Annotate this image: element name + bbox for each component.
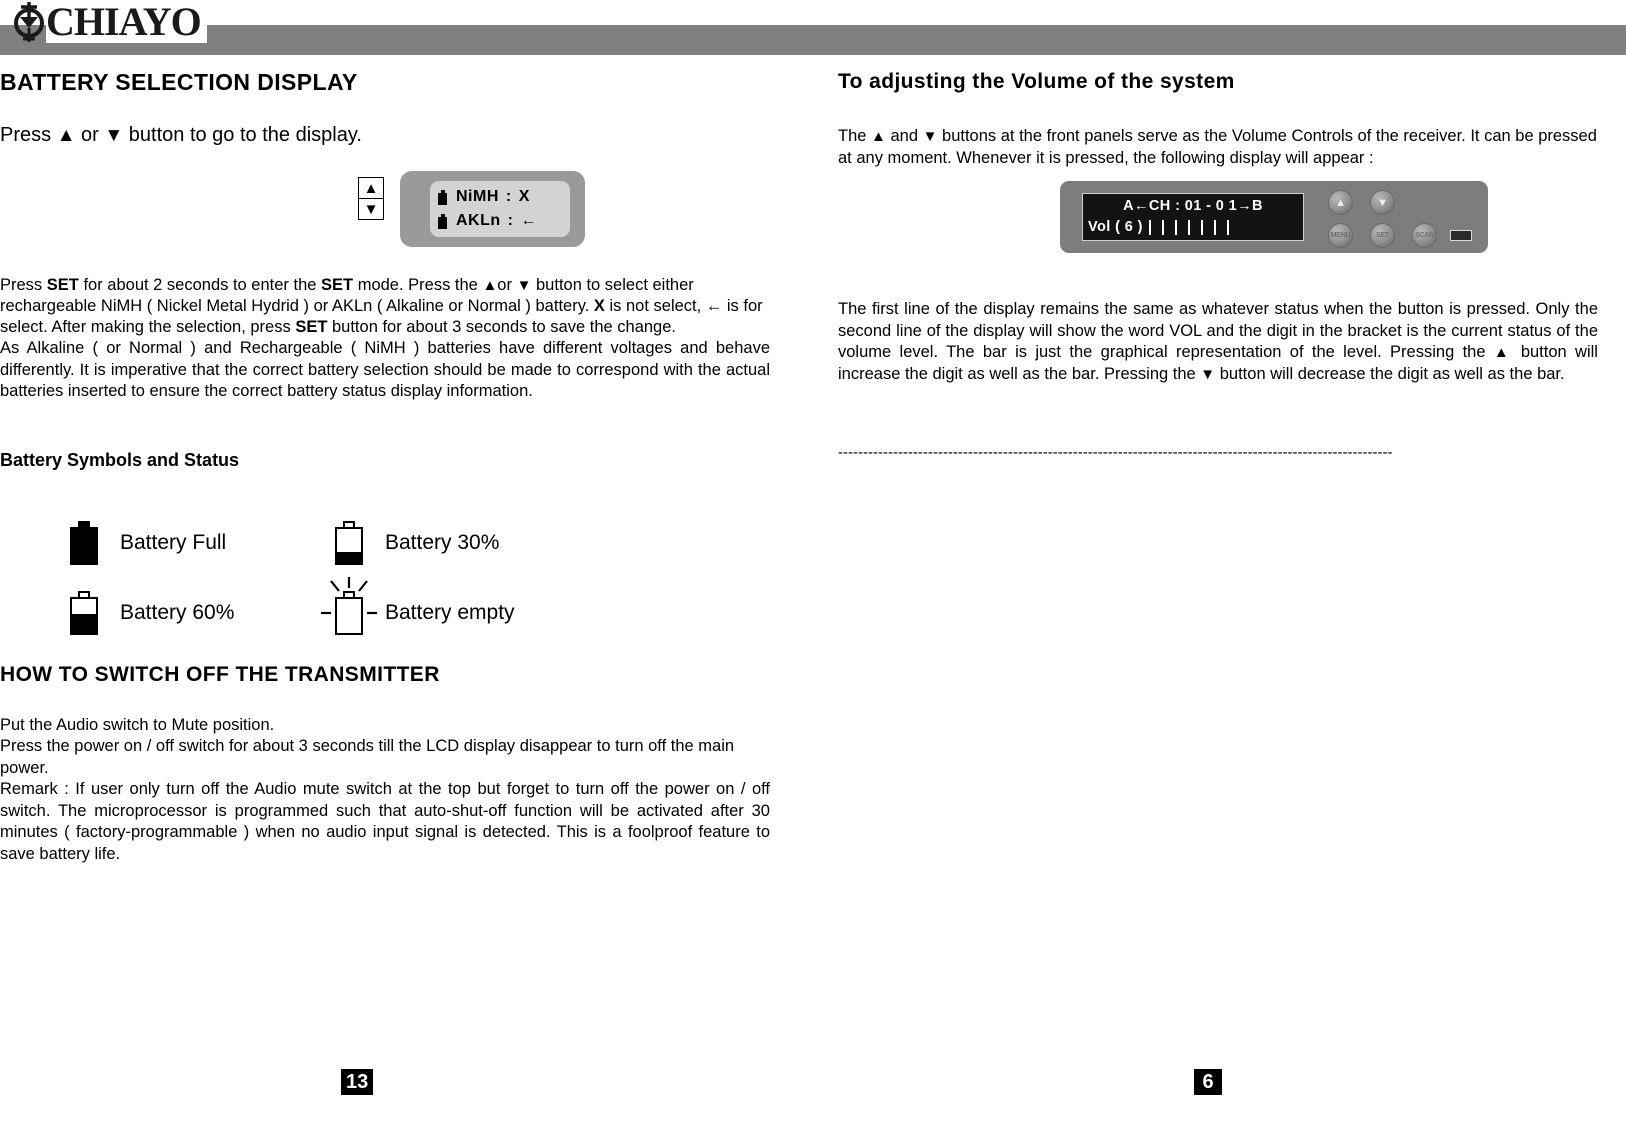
lcd-akln-value: ← [520,212,537,229]
legend-label: Battery Full [120,530,227,554]
legend-item-battery-30: Battery 30% [335,520,500,565]
battery-icon [438,213,447,229]
updown-key-pair: ▲ ▼ [358,177,384,220]
legend-label: Battery empty [385,600,515,624]
page-number-right: 6 [1194,1069,1222,1095]
up-key-icon: ▲ [358,177,384,199]
lcd-row-akln: AKLn : ← [430,209,570,233]
triangle-up-icon [57,124,76,146]
rp1-s2: and [885,127,923,145]
down-key-icon: ▼ [358,199,384,220]
p1-x-bold: X [593,297,605,315]
p1-s3: mode. Press the [353,276,483,294]
battery-chemistry-paragraph: As Alkaline ( or Normal ) and Rechargeab… [0,339,770,400]
triangle-up-icon [1494,343,1513,361]
lcd-screen: NiMH : X AKLn : ← [430,181,570,237]
panel-menu-button[interactable]: MENU [1328,223,1353,248]
legend-label: Battery 30% [385,530,500,554]
lcd-bezel: NiMH : X AKLn : ← [400,171,585,247]
legend-item-battery-full: Battery Full [70,520,227,565]
left-page-column: BATTERY SELECTION DISPLAY Press or butto… [0,68,770,865]
legend-item-battery-empty: Battery empty [321,576,515,635]
receiver-panel-illustration: A←CH : 01 - 0 1→B Vol ( 6 ) ▲ ▼ MENU SET… [838,181,1598,273]
panel-scan-button[interactable]: SCAN [1412,223,1437,248]
battery-symbols-legend: Battery Full Battery 30% Battery 60% Bat… [0,499,770,649]
switch-off-line-2: Press the power on / off switch for abou… [0,737,735,777]
p1-s2: for about 2 seconds to enter the [78,276,322,294]
switch-off-transmitter-title: HOW TO SWITCH OFF THE TRANSMITTER [0,662,440,686]
battery-set-instructions: Press SET for about 2 seconds to enter t… [0,275,770,338]
triangle-up-icon [871,127,886,145]
battery-selection-intro: Press or button to go to the display. [0,122,770,149]
rp2-s1: The first line of the display remains th… [838,300,1598,361]
volume-bar-graph [1148,220,1240,235]
volume-adjust-title: To adjusting the Volume of the system [838,70,1235,93]
panel-set-button[interactable]: SET [1370,223,1395,248]
lcd-nimh-separator: : [505,188,512,205]
triangle-down-icon [923,127,938,145]
lcd-nimh-label: NiMH [456,188,499,205]
rp2-s3: button will decrease the digit as well a… [1215,364,1565,383]
section-divider-dashes: ----------------------------------------… [838,445,1393,460]
p1-s4: or [497,276,517,294]
p1-s7: button for about 3 seconds to save the c… [327,318,676,336]
triangle-down-icon [517,276,532,294]
p1-s1: Press [0,276,47,294]
battery-empty-icon [321,576,377,635]
battery-lcd-illustration: ▲ ▼ NiMH : X AKLn : ← [0,171,770,267]
intro-text-post: button to go to the display. [123,124,362,146]
volume-intro-paragraph: The and buttons at the front panels serv… [838,126,1598,169]
triangle-up-icon [482,276,497,294]
p1-set-bold-3: SET [295,318,328,336]
switch-off-remark: Remark : If user only turn off the Audio… [0,780,770,863]
lcd-akln-label: AKLn [456,212,501,229]
triangle-down-icon [1200,365,1215,383]
panel-up-button[interactable]: ▲ [1328,190,1353,215]
receiver-vol-label: Vol ( 6 ) [1088,219,1143,235]
brand-logo: CHIAYO [8,0,207,44]
receiver-lcd-line-1: A←CH : 01 - 0 1→B [1123,198,1263,214]
lcd-nimh-value: X [518,188,530,205]
intro-text-mid: or [75,124,105,146]
chiayo-emblem-icon [8,1,50,43]
battery-30-icon [335,520,363,565]
right-page-column: To adjusting the Volume of the system Th… [838,68,1598,385]
legend-item-battery-60: Battery 60% [70,590,235,635]
battery-icon [438,189,447,205]
battery-60-icon [70,590,98,635]
receiver-front-panel: A←CH : 01 - 0 1→B Vol ( 6 ) ▲ ▼ MENU SET… [1060,181,1488,253]
switch-off-line-1: Put the Audio switch to Mute position. [0,715,275,734]
battery-full-icon [70,520,98,565]
power-led-indicator [1450,230,1472,241]
page-number-left: 13 [341,1069,374,1095]
battery-selection-title: BATTERY SELECTION DISPLAY [0,69,358,95]
panel-down-button[interactable]: ▼ [1370,190,1395,215]
header-gray-band [0,25,1626,55]
volume-display-explanation: The first line of the display remains th… [838,299,1598,385]
rp1-s1: The [838,127,872,145]
receiver-lcd-line-2: Vol ( 6 ) [1083,217,1303,238]
rp1-s3: buttons at the front panels serve as the… [838,127,1597,167]
legend-label: Battery 60% [120,600,235,624]
lcd-row-nimh: NiMH : X [430,185,570,209]
receiver-lcd-screen: A←CH : 01 - 0 1→B Vol ( 6 ) [1082,193,1304,241]
triangle-down-icon [104,124,123,146]
p1-set-bold-1: SET [46,276,79,294]
lcd-akln-separator: : [507,212,514,229]
p1-set-bold-2: SET [321,276,354,294]
brand-name: CHIAYO [46,1,207,43]
battery-symbols-title: Battery Symbols and Status [0,449,240,470]
intro-text-pre: Press [0,124,57,146]
